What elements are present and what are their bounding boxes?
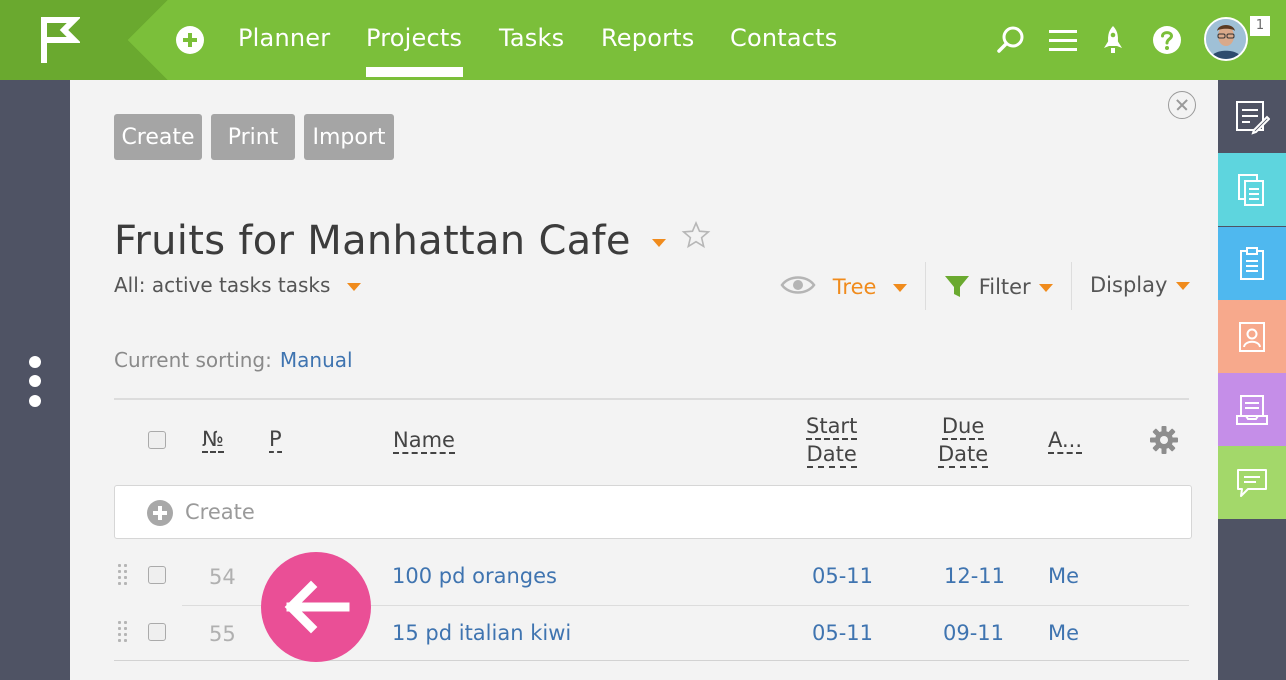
nav-planner[interactable]: Planner (238, 24, 330, 52)
chevron-down-icon (1039, 284, 1054, 292)
inbox-icon (1236, 394, 1268, 425)
star-icon[interactable] (681, 220, 711, 250)
active-nav-indicator (366, 67, 463, 77)
import-button[interactable]: Import (304, 114, 394, 160)
contact-card-icon (1239, 321, 1265, 352)
plus-circle-icon (147, 500, 173, 526)
task-number: 54 (209, 565, 236, 589)
page-title-wrap: Fruits for Manhattan Cafe (114, 218, 711, 264)
column-header-assignee[interactable]: A... (1048, 428, 1083, 454)
column-header-number[interactable]: № (202, 427, 224, 453)
avatar-portrait (1206, 19, 1246, 59)
tab-notes[interactable] (1218, 80, 1286, 153)
chevron-down-icon (893, 284, 908, 292)
due-date-line1: Due (941, 414, 985, 440)
task-start-date[interactable]: 05-11 (812, 564, 873, 588)
create-button[interactable]: Create (114, 114, 202, 160)
column-header-name[interactable]: Name (393, 428, 455, 454)
search-icon[interactable] (994, 22, 1028, 58)
filter-label: Filter (978, 275, 1031, 299)
current-sorting: Current sorting: Manual (114, 348, 353, 372)
divider (925, 262, 926, 310)
filter-dropdown[interactable]: Filter (944, 273, 1054, 299)
documents-icon (1238, 173, 1264, 206)
help-icon[interactable] (1150, 22, 1184, 58)
user-avatar[interactable] (1204, 17, 1248, 61)
funnel-icon (945, 276, 969, 297)
tab-inbox[interactable] (1218, 373, 1286, 446)
task-due-date[interactable]: 09-11 (943, 621, 1004, 645)
edit-note-icon (1236, 100, 1270, 135)
divider (1071, 262, 1072, 310)
create-task-placeholder: Create (185, 500, 255, 524)
flag-logo-icon (41, 17, 80, 63)
more-dot[interactable] (29, 395, 41, 407)
select-all-checkbox[interactable] (148, 431, 166, 449)
sorting-value-link[interactable]: Manual (280, 348, 353, 372)
clipboard-icon (1240, 246, 1264, 280)
column-header-due-date[interactable]: Due Date (938, 412, 989, 468)
chat-icon (1237, 468, 1267, 497)
display-label: Display (1090, 273, 1168, 297)
tab-chat[interactable] (1218, 446, 1286, 519)
more-dot[interactable] (29, 375, 41, 387)
view-mode-label: Tree (832, 275, 877, 299)
back-button[interactable] (261, 552, 371, 662)
nav-tasks[interactable]: Tasks (499, 24, 564, 52)
task-assignee[interactable]: Me (1048, 621, 1079, 645)
create-task-row[interactable]: Create (114, 485, 1192, 539)
task-assignee[interactable]: Me (1048, 564, 1079, 588)
logo-area[interactable] (0, 0, 128, 80)
chevron-down-icon (1176, 282, 1191, 290)
task-number: 55 (209, 622, 236, 646)
rocket-icon[interactable] (1096, 22, 1130, 58)
tab-clipboard[interactable] (1218, 227, 1286, 300)
task-name-link[interactable]: 15 pd italian kiwi (392, 621, 571, 645)
task-start-date[interactable]: 05-11 (812, 621, 873, 645)
page-title: Fruits for Manhattan Cafe (114, 218, 631, 264)
display-dropdown[interactable]: Display (1090, 273, 1191, 297)
eye-icon (780, 276, 816, 294)
drag-handle-icon[interactable] (118, 621, 128, 643)
divider (114, 398, 1189, 400)
column-header-start-date[interactable]: Start Date (806, 412, 858, 468)
row-checkbox[interactable] (148, 623, 166, 641)
menu-icon[interactable] (1046, 22, 1080, 58)
more-dot[interactable] (29, 356, 41, 368)
nav-reports[interactable]: Reports (601, 24, 694, 52)
quick-add-button[interactable] (176, 26, 204, 54)
nav-contacts[interactable]: Contacts (730, 24, 837, 52)
view-mode-dropdown[interactable]: Tree (780, 273, 908, 299)
project-panel: Create Print Import Fruits for Manhattan… (70, 80, 1218, 680)
drag-handle-icon[interactable] (118, 564, 128, 586)
gear-icon[interactable] (1149, 425, 1179, 455)
start-date-line2: Date (806, 442, 857, 468)
task-name-link[interactable]: 100 pd oranges (392, 564, 557, 588)
column-header-priority[interactable]: P (269, 427, 282, 453)
task-filter-dropdown[interactable]: All: active tasks tasks (114, 273, 361, 297)
task-filter-label: All: active tasks tasks (114, 273, 331, 297)
nav-projects[interactable]: Projects (366, 24, 462, 52)
logo-wedge (128, 0, 168, 80)
notification-badge[interactable]: 1 (1250, 16, 1270, 36)
tab-contacts[interactable] (1218, 300, 1286, 373)
due-date-line2: Date (938, 442, 989, 468)
print-button[interactable]: Print (211, 114, 295, 160)
sorting-label: Current sorting: (114, 348, 272, 372)
title-dropdown-icon[interactable] (651, 239, 666, 247)
close-icon[interactable] (1168, 91, 1196, 119)
arrow-left-icon (284, 580, 350, 634)
chevron-down-icon (346, 282, 361, 291)
task-due-date[interactable]: 12-11 (944, 564, 1005, 588)
start-date-line1: Start (806, 414, 858, 440)
tab-documents[interactable] (1218, 153, 1286, 226)
row-checkbox[interactable] (148, 566, 166, 584)
